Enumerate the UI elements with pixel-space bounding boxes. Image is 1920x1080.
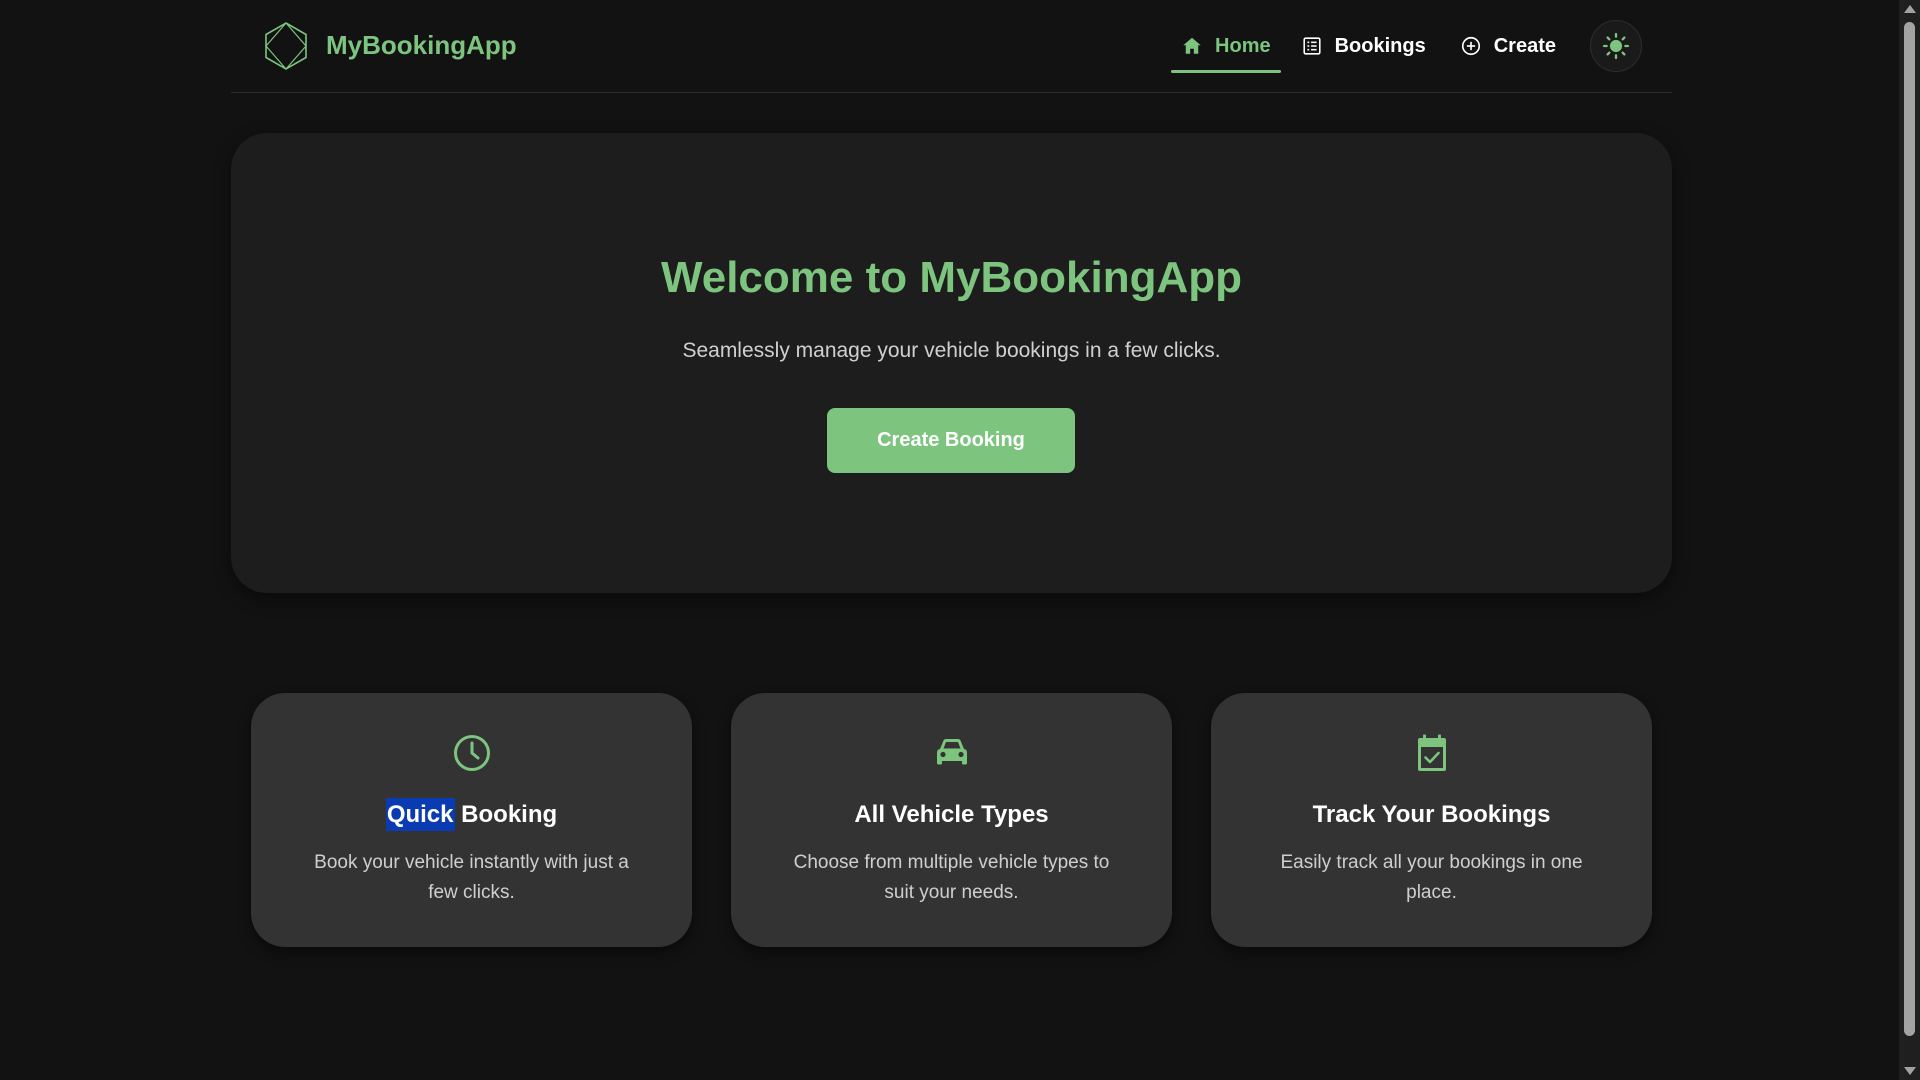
text-selection-highlight: Quick: [385, 798, 455, 831]
plus-circle-icon: [1460, 35, 1482, 57]
feature-card-vehicle-types: All Vehicle Types Choose from multiple v…: [731, 693, 1172, 947]
feature-description: Book your vehicle instantly with just a …: [314, 852, 629, 903]
feature-title: All Vehicle Types: [854, 801, 1049, 828]
main-nav: Home Bookings Create: [1171, 20, 1642, 73]
brand-name: MyBookingApp: [326, 30, 517, 60]
nav-bookings-label: Bookings: [1334, 34, 1426, 57]
feature-card-track-bookings: Track Your Bookings Easily track all you…: [1211, 693, 1652, 947]
feature-card-quick-booking: Quick Booking Book your vehicle instantl…: [251, 693, 692, 947]
feature-title: Quick Booking: [251, 798, 692, 831]
feature-title: Track Your Bookings: [1312, 801, 1551, 828]
nav-create[interactable]: Create: [1456, 21, 1560, 71]
brand[interactable]: MyBookingApp: [260, 20, 517, 72]
sun-icon: [1602, 32, 1630, 60]
top-navbar: MyBookingApp Home Bookings Create: [231, 0, 1672, 93]
hero-section: Welcome to MyBookingApp Seamlessly manag…: [231, 133, 1672, 593]
list-icon: [1301, 35, 1323, 57]
hero-subtitle: Seamlessly manage your vehicle bookings …: [682, 339, 1221, 362]
calendar-check-icon: [1417, 734, 1446, 771]
nav-home[interactable]: Home: [1171, 21, 1281, 73]
feature-description: Choose from multiple vehicle types to su…: [793, 852, 1110, 903]
feature-title-rest: Booking: [454, 801, 558, 828]
vertical-scrollbar[interactable]: [1899, 0, 1920, 1080]
scroll-up-arrow-icon[interactable]: [1899, 0, 1920, 18]
feature-description: Easily track all your bookings in one pl…: [1280, 852, 1583, 903]
home-icon: [1181, 35, 1203, 57]
create-booking-button[interactable]: Create Booking: [827, 408, 1075, 473]
nav-create-label: Create: [1493, 34, 1556, 57]
hero-title: Welcome to MyBookingApp: [661, 253, 1242, 302]
nav-bookings[interactable]: Bookings: [1297, 21, 1430, 71]
scroll-down-arrow-icon[interactable]: [1899, 1062, 1920, 1080]
clock-icon: [453, 735, 490, 771]
page: MyBookingApp Home Bookings Create Welcom…: [0, 0, 1899, 1080]
nav-home-label: Home: [1215, 34, 1271, 57]
car-icon: [936, 739, 967, 765]
scrollbar-thumb[interactable]: [1904, 22, 1915, 1036]
hexagon-logo-icon: [265, 21, 307, 70]
theme-toggle-button[interactable]: [1590, 20, 1642, 72]
